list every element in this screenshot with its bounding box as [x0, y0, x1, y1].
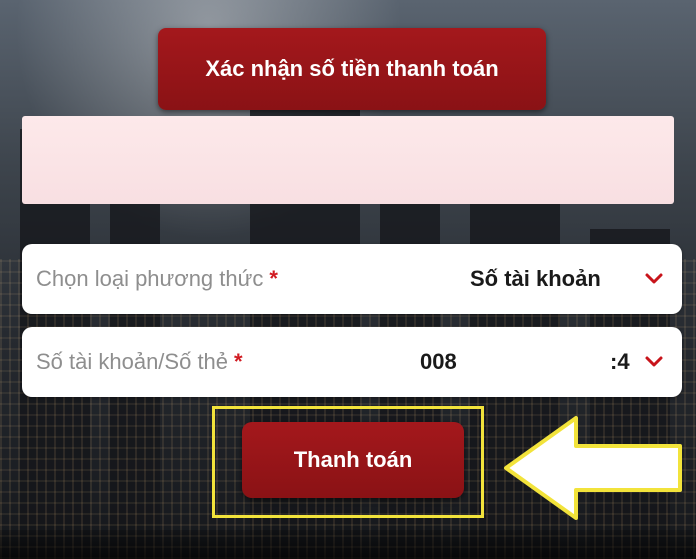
confirm-amount-label: Xác nhận số tiền thanh toán — [205, 56, 499, 81]
account-number-select[interactable]: Số tài khoản/Số thẻ * 008 :4 — [22, 327, 682, 397]
pay-button-label: Thanh toán — [293, 447, 413, 472]
chevron-down-icon[interactable] — [642, 349, 666, 373]
amount-display — [22, 116, 674, 204]
payment-method-label: Chọn loại phương thức * — [36, 266, 278, 291]
bottom-shadow — [0, 530, 696, 559]
account-number-value-start: 008 — [420, 349, 457, 374]
payment-method-value: Số tài khoản — [470, 266, 601, 291]
account-number-label: Số tài khoản/Số thẻ * — [36, 349, 243, 374]
account-number-value-end: :4 — [610, 349, 630, 374]
pay-button[interactable]: Thanh toán — [242, 422, 464, 498]
chevron-down-icon[interactable] — [642, 266, 666, 290]
pointer-arrow-icon — [504, 416, 682, 520]
payment-method-select[interactable]: Chọn loại phương thức * Số tài khoản — [22, 244, 682, 314]
required-mark: * — [234, 349, 243, 374]
confirm-amount-button[interactable]: Xác nhận số tiền thanh toán — [158, 28, 546, 110]
required-mark: * — [269, 266, 278, 291]
